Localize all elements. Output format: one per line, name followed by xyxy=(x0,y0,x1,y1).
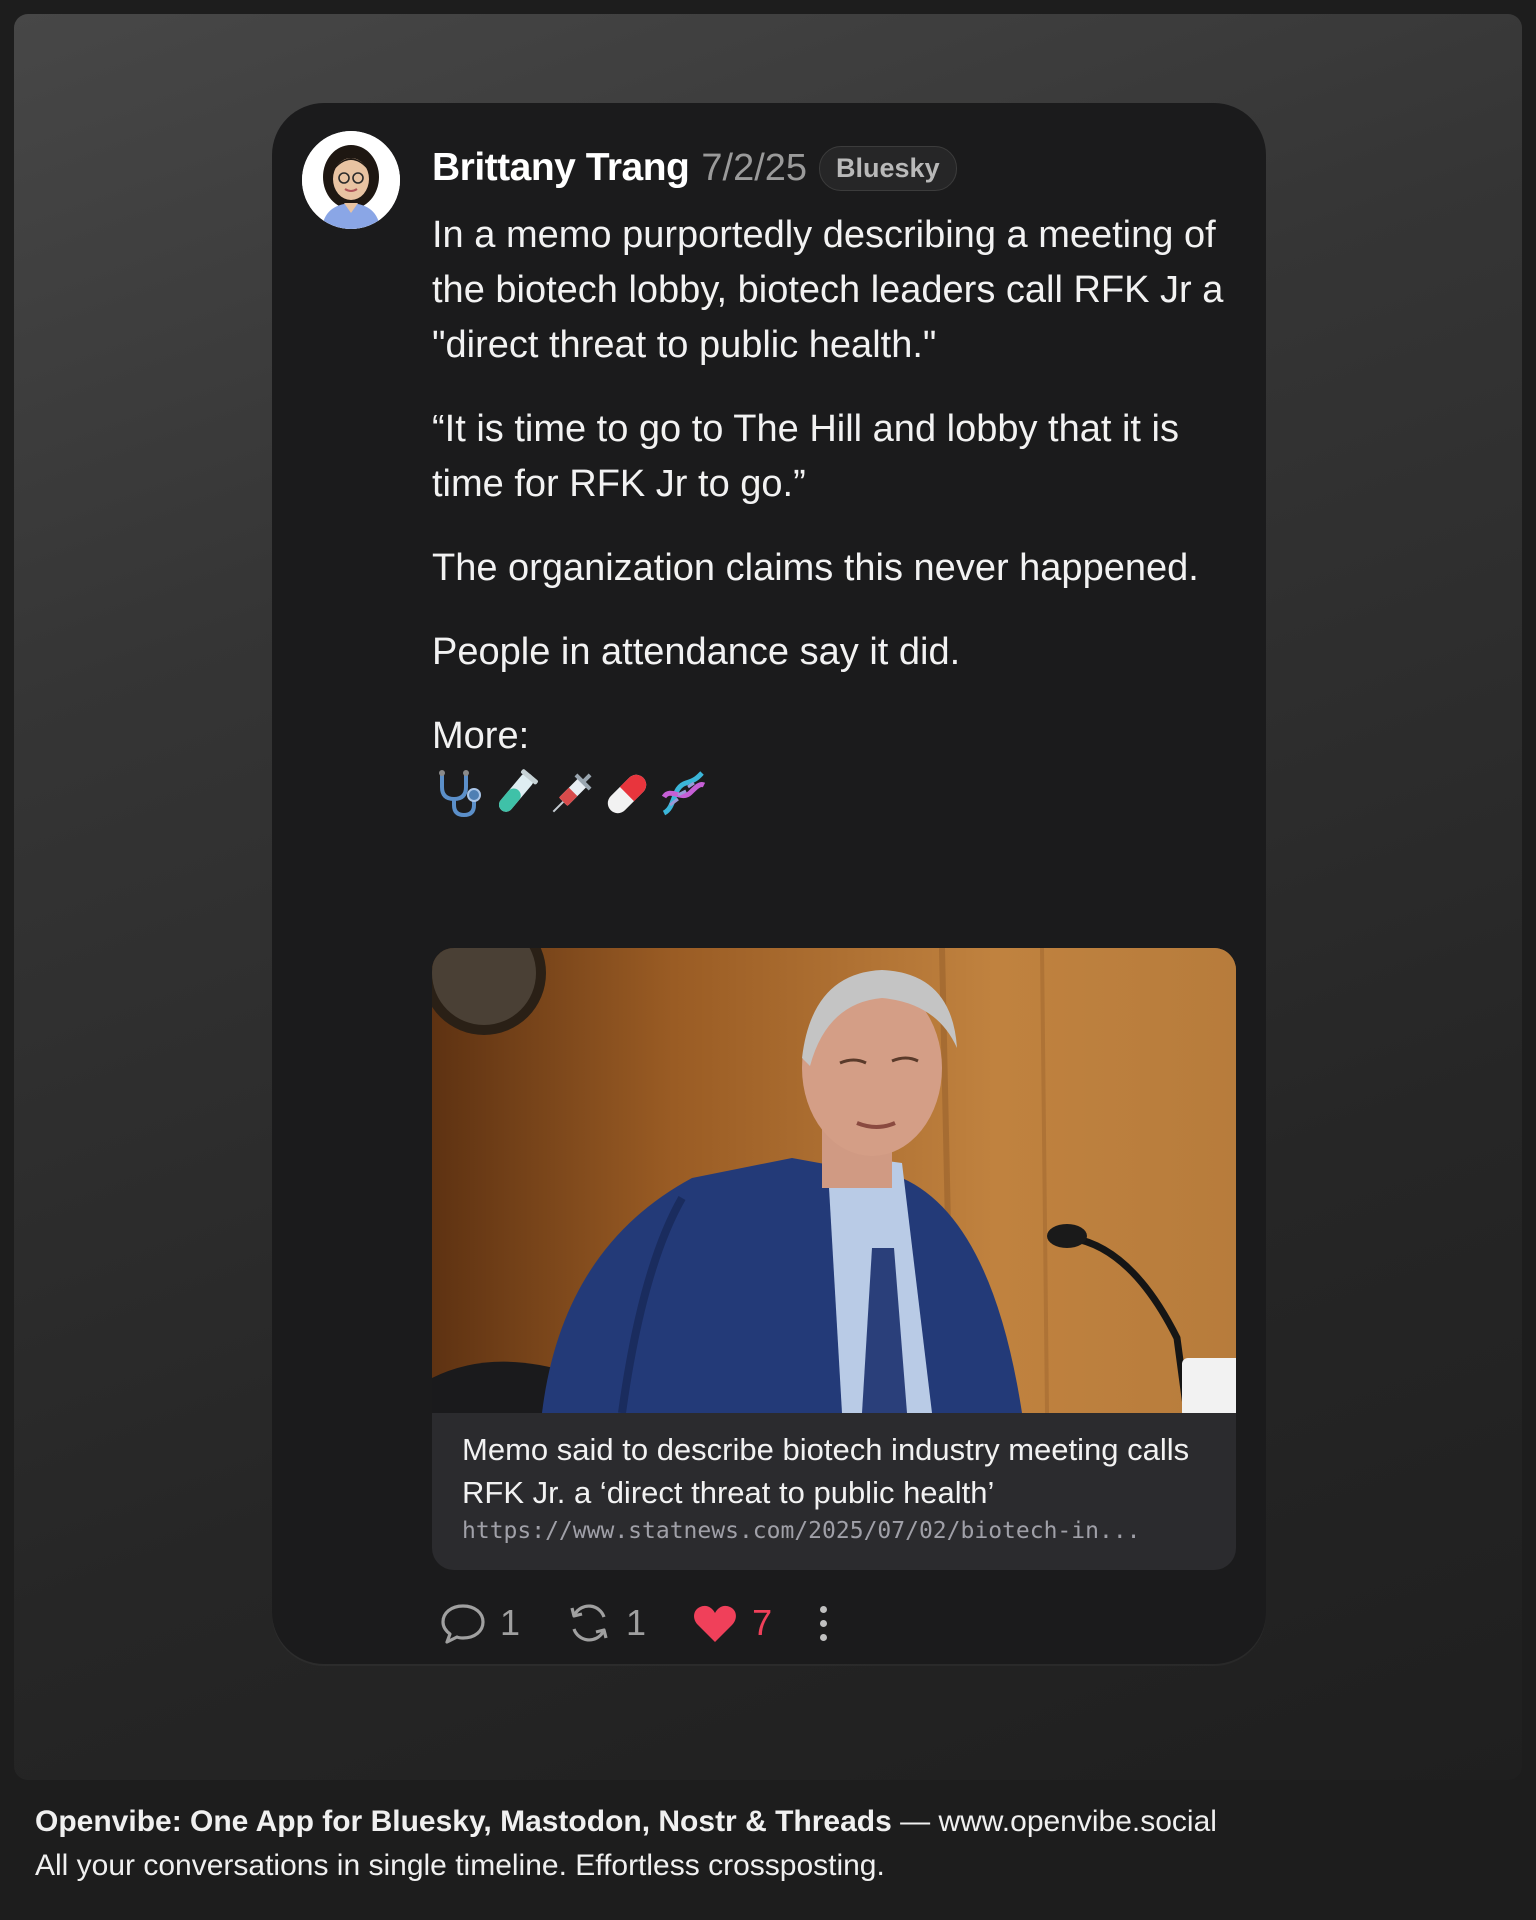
reply-button[interactable]: 1 xyxy=(438,1598,520,1648)
post-date[interactable]: 7/2/25 xyxy=(701,147,807,190)
more-label: More: xyxy=(432,715,530,757)
link-preview-image[interactable] xyxy=(432,948,1236,1413)
more-dots-icon xyxy=(820,1619,828,1627)
syringe-icon xyxy=(544,767,598,821)
repost-count: 1 xyxy=(626,1602,647,1643)
stethoscope-icon xyxy=(432,767,486,821)
repost-button[interactable]: 1 xyxy=(564,1598,646,1648)
app-background: Brittany Trang 7/2/25 Bluesky In a memo … xyxy=(14,14,1522,1780)
post-paragraph: “It is time to go to The Hill and lobby … xyxy=(432,408,1179,505)
promo-line: Openvibe: One App for Bluesky, Mastodon,… xyxy=(35,1800,1515,1844)
pill-icon xyxy=(600,767,654,821)
post-paragraph: In a memo purportedly describing a meeti… xyxy=(432,214,1224,366)
more-dots-icon xyxy=(820,1605,828,1613)
promo-tagline: All your conversations in single timelin… xyxy=(35,1849,885,1882)
more-dots-icon xyxy=(820,1633,828,1641)
emoji-row xyxy=(432,764,1242,824)
repost-icon xyxy=(570,1604,608,1642)
promo-site[interactable]: www.openvibe.social xyxy=(938,1805,1216,1838)
post-paragraph: The organization claims this never happe… xyxy=(432,547,1199,589)
link-preview-card[interactable]: Memo said to describe biotech industry m… xyxy=(432,948,1236,1570)
post-card[interactable]: Brittany Trang 7/2/25 Bluesky In a memo … xyxy=(272,103,1266,1664)
reply-count: 1 xyxy=(500,1602,521,1643)
more-options-button[interactable] xyxy=(814,1602,833,1645)
post-header: Brittany Trang 7/2/25 Bluesky xyxy=(432,143,957,193)
heart-icon xyxy=(694,1605,737,1642)
promo-separator: — xyxy=(891,1805,939,1838)
link-preview-meta: Memo said to describe biotech industry m… xyxy=(462,1428,1212,1544)
author-name[interactable]: Brittany Trang xyxy=(432,146,690,190)
test-tube-icon xyxy=(488,767,542,821)
post-actions: 1 1 7 xyxy=(432,1593,833,1653)
reply-icon xyxy=(441,1604,485,1644)
like-button[interactable]: 7 xyxy=(690,1598,772,1648)
avatar-illustration xyxy=(302,131,400,229)
avatar[interactable] xyxy=(302,131,400,229)
promo-brand: Openvibe: One App for Bluesky, Mastodon,… xyxy=(35,1805,892,1838)
post-body: In a memo purportedly describing a meeti… xyxy=(432,208,1242,824)
post-paragraph: People in attendance say it did. xyxy=(432,631,961,673)
like-count: 7 xyxy=(752,1602,773,1643)
link-title[interactable]: Memo said to describe biotech industry m… xyxy=(462,1428,1212,1514)
promo-footer: Openvibe: One App for Bluesky, Mastodon,… xyxy=(35,1800,1515,1888)
network-badge: Bluesky xyxy=(819,145,957,191)
link-url[interactable]: https://www.statnews.com/2025/07/02/biot… xyxy=(462,1518,1202,1544)
dna-icon xyxy=(656,767,710,821)
